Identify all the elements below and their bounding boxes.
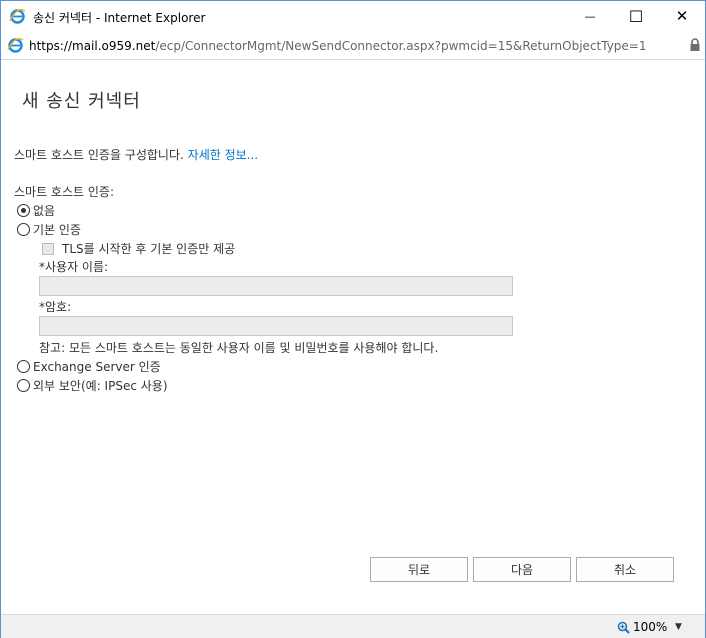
tls-only-checkbox[interactable]: TLS를 시작한 후 기본 인증만 제공 <box>42 240 235 257</box>
minimize-button[interactable]: — <box>567 1 613 31</box>
radio-selected-icon[interactable] <box>17 204 30 217</box>
password-input[interactable] <box>39 316 513 336</box>
page-favicon-icon <box>7 38 24 53</box>
address-bar[interactable]: https://mail.o959.net/ecp/ConnectorMgmt/… <box>1 32 705 60</box>
radio-unselected-icon[interactable] <box>17 360 30 373</box>
url-host: o959.net <box>101 39 156 53</box>
title-bar: 송신 커넥터 - Internet Explorer — ☐ ✕ <box>1 1 705 32</box>
zoom-value: 100% <box>633 620 668 634</box>
radio-basic-auth-label: 기본 인증 <box>33 223 81 237</box>
back-button[interactable]: 뒤로 <box>370 557 468 582</box>
zoom-icon <box>617 621 630 634</box>
window-title: 송신 커넥터 - Internet Explorer <box>33 11 206 25</box>
url-prefix: https://mail. <box>29 39 102 53</box>
radio-external-security[interactable]: 외부 보안(예: IPSec 사용) <box>17 377 168 394</box>
username-input[interactable] <box>39 276 513 296</box>
more-info-link[interactable]: 자세한 정보... <box>188 148 258 162</box>
radio-exchange-auth-label: Exchange Server 인증 <box>33 360 161 374</box>
radio-external-security-label: 외부 보안(예: IPSec 사용) <box>33 379 168 393</box>
lock-icon[interactable] <box>689 38 701 52</box>
tls-only-label: TLS를 시작한 후 기본 인증만 제공 <box>62 242 236 256</box>
url-path: /ecp/ConnectorMgmt/NewSendConnector.aspx… <box>155 39 647 53</box>
cancel-button[interactable]: 취소 <box>576 557 674 582</box>
password-label: *암호: <box>39 300 72 314</box>
internet-explorer-icon <box>9 9 26 24</box>
maximize-icon: ☐ <box>628 6 644 26</box>
close-icon: ✕ <box>675 7 689 25</box>
radio-exchange-auth[interactable]: Exchange Server 인증 <box>17 358 161 375</box>
zoom-level-control[interactable]: 100% <box>617 620 667 634</box>
radio-unselected-icon[interactable] <box>17 379 30 392</box>
credentials-note: 참고: 모든 스마트 호스트는 동일한 사용자 이름 및 비밀번호를 사용해야 … <box>39 341 439 355</box>
radio-basic-auth[interactable]: 기본 인증 <box>17 221 81 238</box>
radio-unselected-icon[interactable] <box>17 223 30 236</box>
status-bar: 100% ▼ <box>1 614 705 638</box>
radio-none-label: 없음 <box>33 204 56 218</box>
maximize-button[interactable]: ☐ <box>613 1 659 31</box>
checkbox-box[interactable] <box>42 242 54 255</box>
smart-host-auth-label: 스마트 호스트 인증: <box>14 185 114 199</box>
intro-text: 스마트 호스트 인증을 구성합니다. 자세한 정보... <box>14 146 258 163</box>
next-button[interactable]: 다음 <box>473 557 571 582</box>
radio-none[interactable]: 없음 <box>17 202 55 219</box>
intro-description: 스마트 호스트 인증을 구성합니다. <box>14 148 184 162</box>
page-title: 새 송신 커넥터 <box>22 91 141 112</box>
close-button[interactable]: ✕ <box>659 1 705 31</box>
minimize-icon: — <box>584 9 596 23</box>
username-label: *사용자 이름: <box>39 260 109 274</box>
chevron-down-icon[interactable]: ▼ <box>675 622 682 632</box>
address-url[interactable]: https://mail.o959.net/ecp/ConnectorMgmt/… <box>29 39 647 53</box>
browser-window: 송신 커넥터 - Internet Explorer — ☐ ✕ https:/… <box>0 0 706 638</box>
